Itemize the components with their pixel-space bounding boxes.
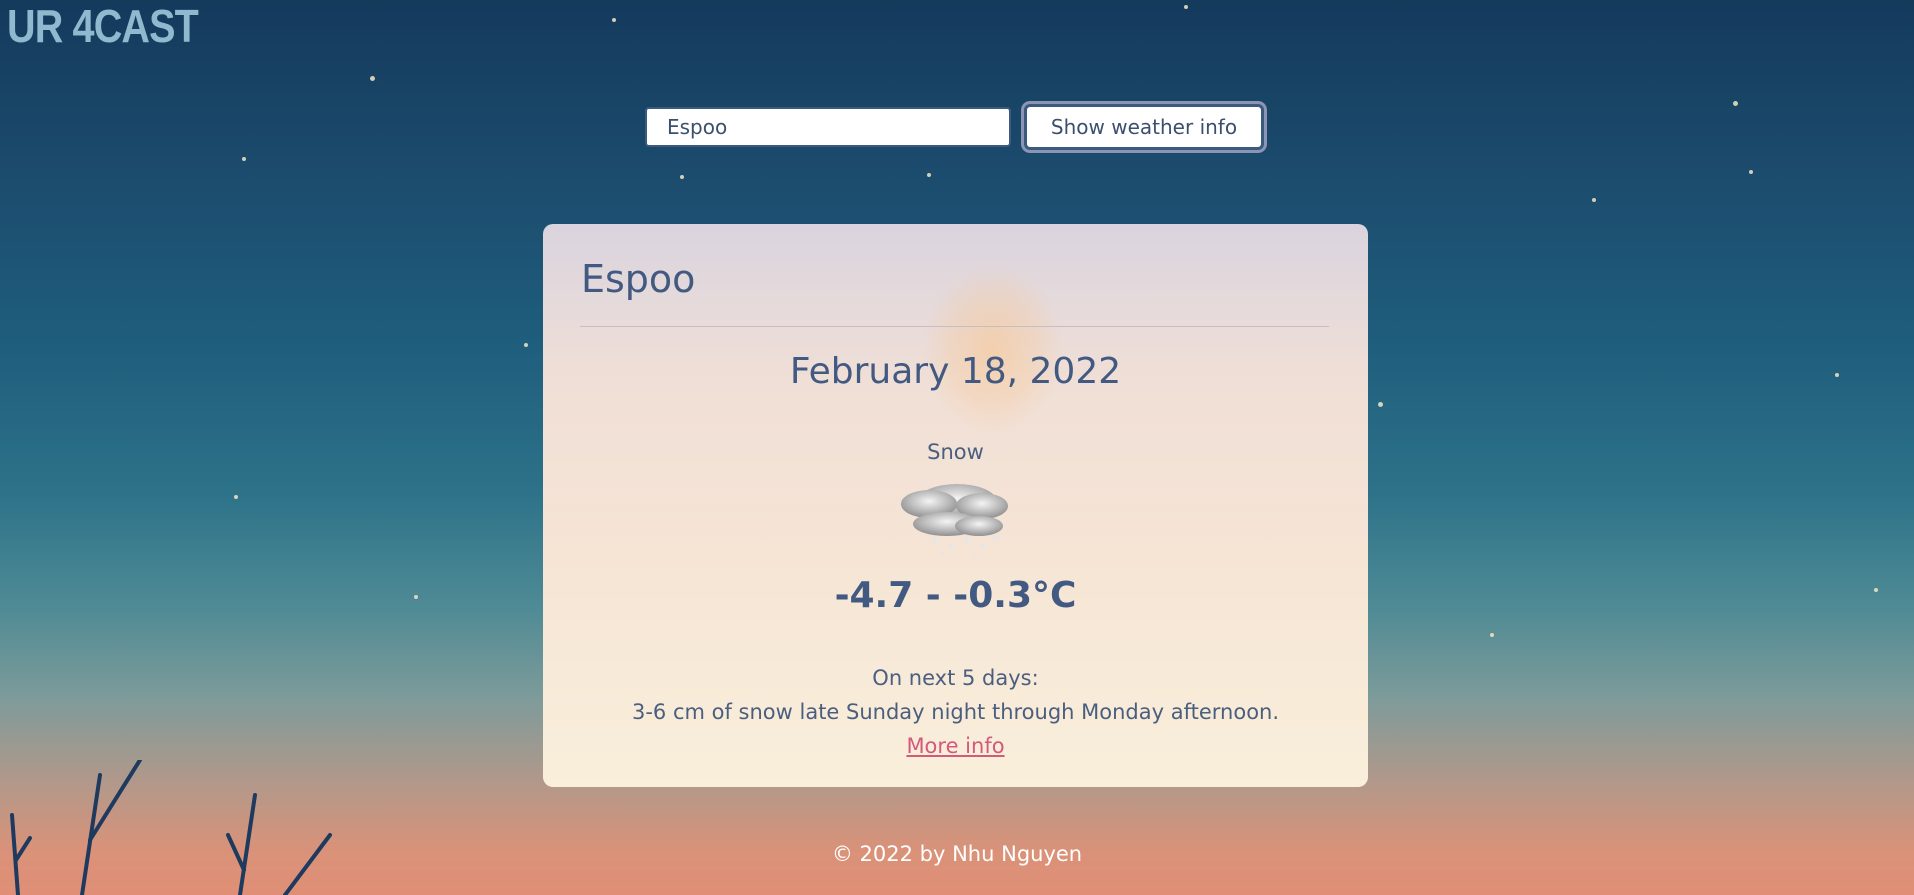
star bbox=[234, 495, 238, 499]
city-search-input[interactable] bbox=[645, 107, 1011, 147]
divider bbox=[580, 326, 1329, 327]
tree-branches bbox=[10, 760, 332, 895]
weather-condition: Snow bbox=[927, 440, 984, 464]
star bbox=[1490, 633, 1494, 637]
star bbox=[1184, 5, 1188, 9]
temperature-range: -4.7 - -0.3°C bbox=[834, 575, 1077, 616]
star bbox=[414, 595, 418, 599]
star bbox=[1749, 170, 1753, 174]
star bbox=[1733, 101, 1738, 106]
forecast-date: February 18, 2022 bbox=[789, 351, 1122, 392]
star bbox=[1835, 373, 1839, 377]
weather-card: Espoo February 18, 2022 Snow -4.7 - -0.3… bbox=[543, 224, 1368, 787]
star bbox=[1874, 588, 1878, 592]
forecast-heading: On next 5 days: bbox=[872, 666, 1039, 690]
star bbox=[370, 76, 375, 81]
star bbox=[680, 175, 684, 179]
footer-credit: © 2022 by Nhu Nguyen bbox=[831, 842, 1083, 866]
star bbox=[1378, 402, 1383, 407]
star bbox=[612, 18, 616, 22]
star bbox=[1592, 198, 1596, 202]
star bbox=[524, 343, 528, 347]
more-info-link[interactable]: More info bbox=[906, 734, 1004, 758]
app-logo[interactable]: UR 4CAST bbox=[7, 0, 199, 52]
star bbox=[242, 157, 246, 161]
city-name: Espoo bbox=[581, 257, 696, 301]
forecast-summary: 3-6 cm of snow late Sunday night through… bbox=[631, 700, 1280, 724]
star bbox=[927, 173, 931, 177]
show-weather-button[interactable]: Show weather info bbox=[1024, 104, 1264, 150]
snow-cloud-icon bbox=[901, 484, 1008, 557]
more-info-container: More info bbox=[543, 732, 1368, 760]
